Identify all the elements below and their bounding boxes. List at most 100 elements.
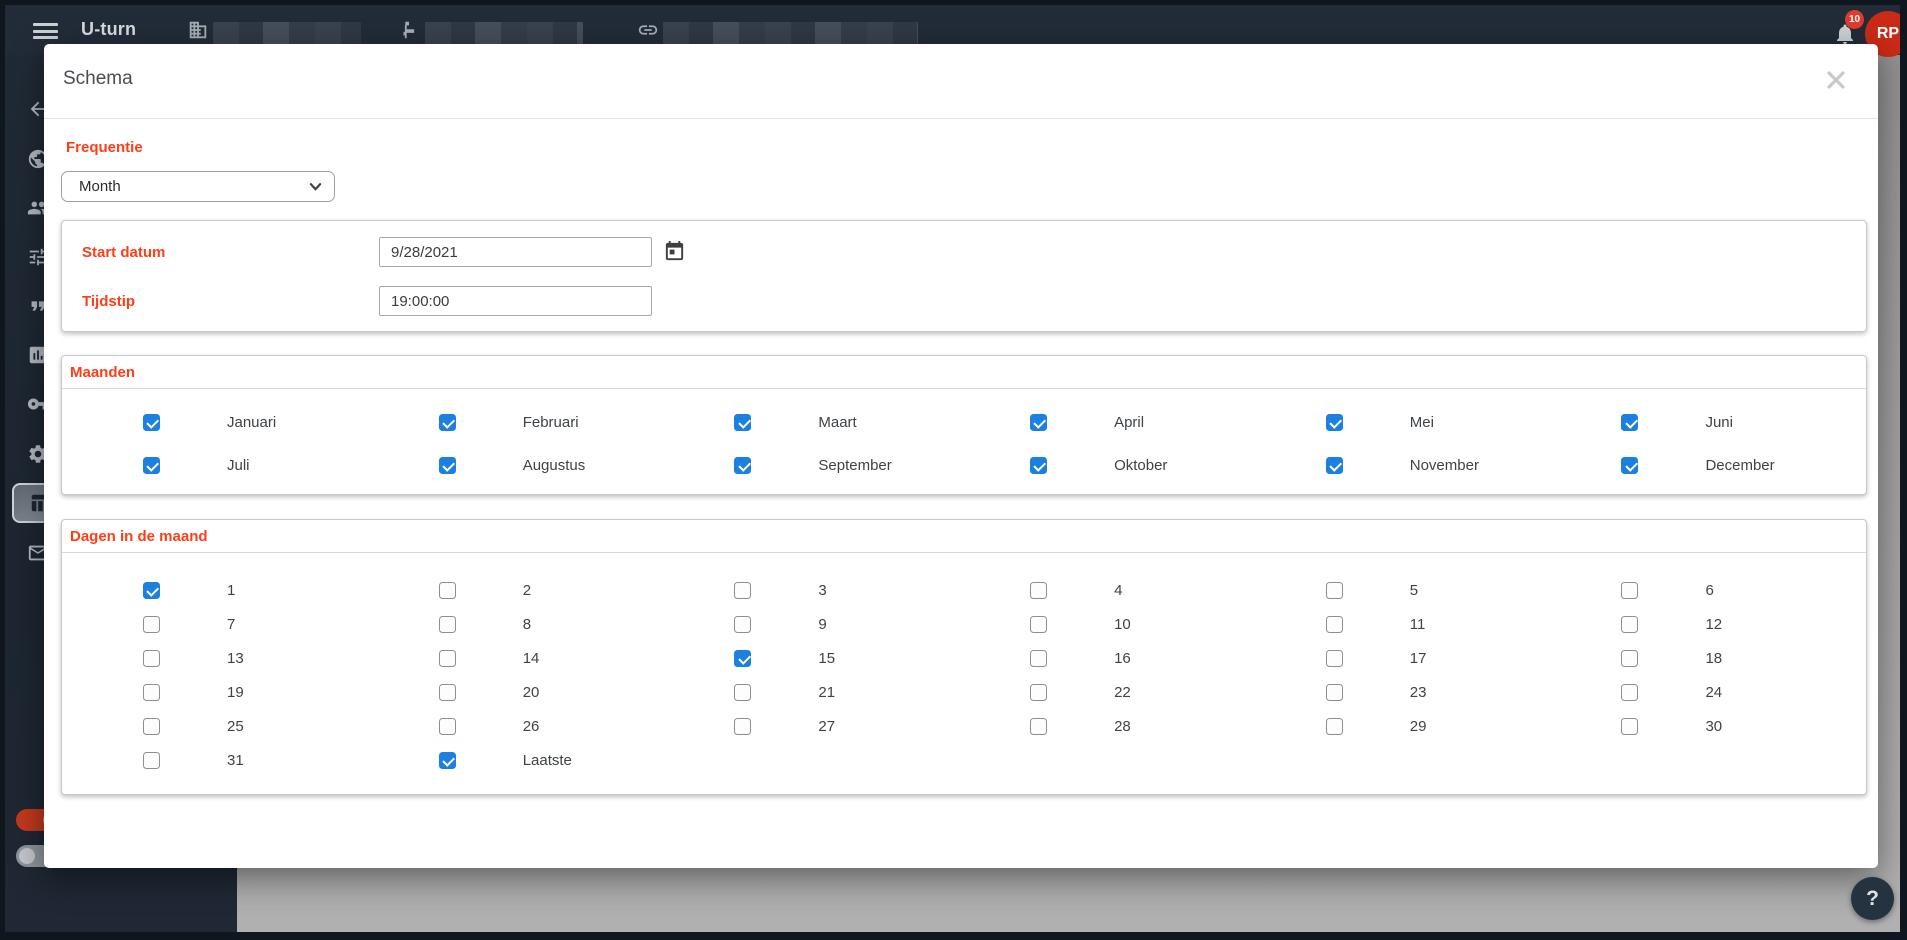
day-checkbox-4[interactable] <box>1030 581 1048 599</box>
satellite-icon[interactable] <box>398 19 420 41</box>
month-checkbox-februari[interactable] <box>438 414 456 431</box>
day-item-5: 5 <box>1325 573 1622 607</box>
day-checkbox-16[interactable] <box>1030 649 1048 667</box>
day-item-25: 25 <box>143 709 439 743</box>
day-item-2: 2 <box>438 573 735 607</box>
day-checkbox-25[interactable] <box>143 717 160 735</box>
month-checkbox-juni[interactable] <box>1621 414 1639 431</box>
start-date-label: Start datum <box>82 244 166 261</box>
day-checkbox-5[interactable] <box>1325 581 1343 599</box>
months-card: Maanden Januari Februari Maart April Mei Juni… <box>61 355 1867 495</box>
day-item-29: 29 <box>1325 709 1622 743</box>
month-item-mei: Mei <box>1325 401 1622 444</box>
day-item-11: 11 <box>1325 607 1622 641</box>
link-icon[interactable] <box>637 19 659 41</box>
checkbox-label: Februari <box>522 414 579 431</box>
month-item-december: December <box>1621 444 1900 487</box>
day-checkbox-6[interactable] <box>1621 581 1639 599</box>
month-checkbox-april[interactable] <box>1030 414 1048 431</box>
time-input[interactable] <box>379 286 652 316</box>
month-checkbox-maart[interactable] <box>734 414 752 431</box>
day-checkbox-29[interactable] <box>1325 717 1343 735</box>
day-item-9: 9 <box>734 607 1030 641</box>
day-item-6: 6 <box>1621 573 1900 607</box>
day-checkbox-26[interactable] <box>438 717 456 735</box>
month-checkbox-mei[interactable] <box>1325 414 1343 431</box>
checkbox-label: 2 <box>522 581 532 599</box>
checkbox-label: 16 <box>1114 649 1131 667</box>
month-item-september: September <box>734 444 1030 487</box>
schema-dialog: Schema Frequentie Month Start datum Tijd… <box>44 44 1878 868</box>
hamburger-menu-icon[interactable] <box>33 23 58 39</box>
months-grid: Januari Februari Maart April Mei Juni Juli Augu… <box>62 389 1866 487</box>
month-checkbox-augustus[interactable] <box>438 457 456 474</box>
day-checkbox-22[interactable] <box>1030 683 1048 701</box>
month-checkbox-november[interactable] <box>1325 457 1343 474</box>
day-item-27: 27 <box>734 709 1030 743</box>
checkbox-label: 1 <box>227 581 236 599</box>
day-checkbox-laatste[interactable] <box>438 751 456 769</box>
checkbox-label: 24 <box>1705 683 1723 701</box>
start-date-input[interactable] <box>379 237 652 267</box>
days-grid: 1 2 3 4 5 6 7 8 9 10 11 12 13 14 15 16 17 18 19 20 21 22 23 24 2… <box>62 553 1866 777</box>
day-checkbox-3[interactable] <box>734 581 752 599</box>
date-time-card: Start datum Tijdstip <box>61 220 1867 332</box>
day-checkbox-19[interactable] <box>143 683 160 701</box>
help-button[interactable]: ? <box>1851 877 1894 920</box>
day-checkbox-2[interactable] <box>438 581 456 599</box>
checkbox-label: 9 <box>818 615 827 633</box>
month-checkbox-september[interactable] <box>734 457 752 474</box>
day-checkbox-15[interactable] <box>734 649 752 667</box>
checkbox-label: 18 <box>1705 649 1723 667</box>
month-item-november: November <box>1325 444 1622 487</box>
day-checkbox-12[interactable] <box>1621 615 1639 633</box>
checkbox-label: 11 <box>1409 615 1426 633</box>
day-item-10: 10 <box>1030 607 1326 641</box>
calendar-button[interactable] <box>663 240 687 264</box>
day-checkbox-20[interactable] <box>438 683 456 701</box>
day-checkbox-21[interactable] <box>734 683 752 701</box>
checkbox-label: 14 <box>522 649 540 667</box>
app-window: U-turn 10 RP Schema Frequentie Month Sta… <box>5 5 1900 932</box>
day-checkbox-7[interactable] <box>143 615 160 633</box>
day-checkbox-17[interactable] <box>1325 649 1343 667</box>
checkbox-label: 27 <box>818 717 836 735</box>
months-header: Maanden <box>70 363 136 381</box>
checkbox-label: 23 <box>1409 683 1427 701</box>
month-checkbox-oktober[interactable] <box>1030 457 1048 474</box>
day-checkbox-30[interactable] <box>1621 717 1639 735</box>
calendar-icon <box>665 240 684 261</box>
checkbox-label: 28 <box>1114 717 1131 735</box>
month-item-juni: Juni <box>1621 401 1900 444</box>
day-item-21: 21 <box>734 675 1030 709</box>
day-item-3: 3 <box>734 573 1030 607</box>
day-checkbox-8[interactable] <box>438 615 456 633</box>
building-icon[interactable] <box>187 19 209 41</box>
day-checkbox-11[interactable] <box>1325 615 1343 633</box>
checkbox-label: Januari <box>227 414 277 431</box>
month-checkbox-juli[interactable] <box>143 457 160 474</box>
month-checkbox-januari[interactable] <box>143 414 160 431</box>
day-checkbox-13[interactable] <box>143 649 160 667</box>
day-checkbox-24[interactable] <box>1621 683 1639 701</box>
day-checkbox-23[interactable] <box>1325 683 1343 701</box>
day-checkbox-18[interactable] <box>1621 649 1639 667</box>
app-title: U-turn <box>81 19 137 39</box>
day-item-24: 24 <box>1621 675 1900 709</box>
close-button[interactable] <box>1826 70 1846 90</box>
checkbox-label: 4 <box>1114 581 1123 599</box>
checkbox-label: 17 <box>1409 649 1427 667</box>
day-checkbox-9[interactable] <box>734 615 752 633</box>
day-checkbox-28[interactable] <box>1030 717 1048 735</box>
frequency-select[interactable]: Month <box>61 171 335 202</box>
day-checkbox-14[interactable] <box>438 649 456 667</box>
day-checkbox-31[interactable] <box>143 751 160 769</box>
day-checkbox-1[interactable] <box>143 581 160 599</box>
month-item-maart: Maart <box>734 401 1030 444</box>
day-checkbox-27[interactable] <box>734 717 752 735</box>
day-checkbox-10[interactable] <box>1030 615 1048 633</box>
day-item-28: 28 <box>1030 709 1326 743</box>
checkbox-label: December <box>1705 457 1775 474</box>
day-item-12: 12 <box>1621 607 1900 641</box>
month-checkbox-december[interactable] <box>1621 457 1639 474</box>
